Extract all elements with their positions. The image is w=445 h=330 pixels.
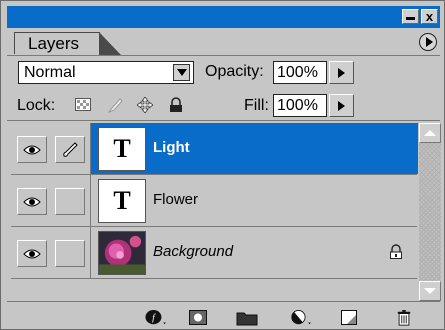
- title-bar[interactable]: x: [7, 6, 440, 28]
- flower-image-thumb: [98, 231, 146, 275]
- layer-name: Flower: [153, 191, 199, 208]
- layer-row-light[interactable]: T Light: [11, 123, 418, 175]
- blend-mode-select[interactable]: Normal: [18, 61, 194, 84]
- eye-icon: [23, 145, 41, 154]
- text-layer-thumb-icon: T: [98, 127, 146, 171]
- layer-list-scrollbar[interactable]: [419, 123, 441, 301]
- lock-image-pixels-icon[interactable]: [107, 97, 123, 113]
- close-icon: x: [425, 9, 434, 24]
- layer-content[interactable]: Background: [90, 227, 418, 278]
- lock-all-icon[interactable]: [168, 97, 184, 113]
- visibility-toggle[interactable]: [17, 188, 47, 215]
- link-toggle[interactable]: [55, 240, 85, 267]
- divider: [7, 301, 440, 302]
- layer-row-flower[interactable]: T Flower: [11, 175, 417, 227]
- lock-position-icon[interactable]: [137, 97, 153, 113]
- tab-row: Layers: [7, 29, 440, 56]
- close-button[interactable]: x: [421, 9, 438, 24]
- text-layer-thumb-icon: T: [98, 179, 146, 223]
- minimize-button[interactable]: [402, 9, 419, 24]
- divider: [7, 120, 440, 121]
- fill-value: 100%: [277, 97, 318, 114]
- minimize-icon: [406, 16, 415, 20]
- new-group-icon[interactable]: [236, 310, 258, 326]
- link-toggle[interactable]: [55, 188, 85, 215]
- eye-icon: [23, 197, 41, 206]
- scroll-track[interactable]: [419, 143, 441, 281]
- panel-menu-arrow-icon: [425, 37, 433, 47]
- eye-icon: [23, 249, 41, 258]
- layers-panel: x Layers Normal Opacity: 100% Lock: Fill…: [0, 0, 445, 330]
- arrow-down-icon: [424, 288, 436, 294]
- delete-layer-icon[interactable]: [396, 310, 412, 326]
- lock-transparency-icon[interactable]: [75, 97, 91, 113]
- bottom-toolbar: f: [7, 305, 440, 329]
- layer-content[interactable]: T Light: [90, 123, 418, 174]
- chevron-down-icon[interactable]: [173, 64, 190, 81]
- layer-style-icon[interactable]: f: [144, 310, 170, 326]
- new-layer-icon[interactable]: [341, 310, 359, 326]
- panel-menu-button[interactable]: [419, 33, 437, 51]
- blend-mode-value: Normal: [24, 64, 76, 81]
- layer-list: T Light T Flower Background: [11, 123, 418, 281]
- tab-layers[interactable]: Layers: [14, 32, 121, 55]
- adjustment-layer-icon[interactable]: [289, 310, 315, 326]
- opacity-value: 100%: [277, 64, 318, 81]
- visibility-toggle[interactable]: [17, 240, 47, 267]
- layer-name: Light: [153, 139, 190, 156]
- opacity-slider-button[interactable]: [329, 61, 354, 84]
- lock-icon: [390, 244, 402, 259]
- layer-name: Background: [153, 243, 234, 260]
- lock-label: Lock:: [17, 97, 56, 114]
- arrow-right-icon: [338, 67, 345, 78]
- layer-mask-icon[interactable]: [189, 310, 207, 326]
- fill-label: Fill:: [244, 97, 269, 114]
- brush-link-toggle[interactable]: [55, 136, 85, 163]
- arrow-up-icon: [424, 130, 436, 136]
- fill-input[interactable]: 100%: [273, 94, 327, 117]
- scroll-down-button[interactable]: [419, 281, 441, 301]
- scroll-up-button[interactable]: [419, 123, 441, 143]
- opacity-input[interactable]: 100%: [273, 61, 327, 84]
- layer-content[interactable]: T Flower: [90, 175, 418, 226]
- visibility-toggle[interactable]: [17, 136, 47, 163]
- arrow-right-icon: [338, 100, 345, 111]
- opacity-label: Opacity:: [205, 63, 264, 80]
- brush-icon: [63, 141, 78, 157]
- layer-row-background[interactable]: Background: [11, 227, 417, 279]
- tab-layers-label: Layers: [28, 34, 80, 53]
- fill-slider-button[interactable]: [329, 94, 354, 117]
